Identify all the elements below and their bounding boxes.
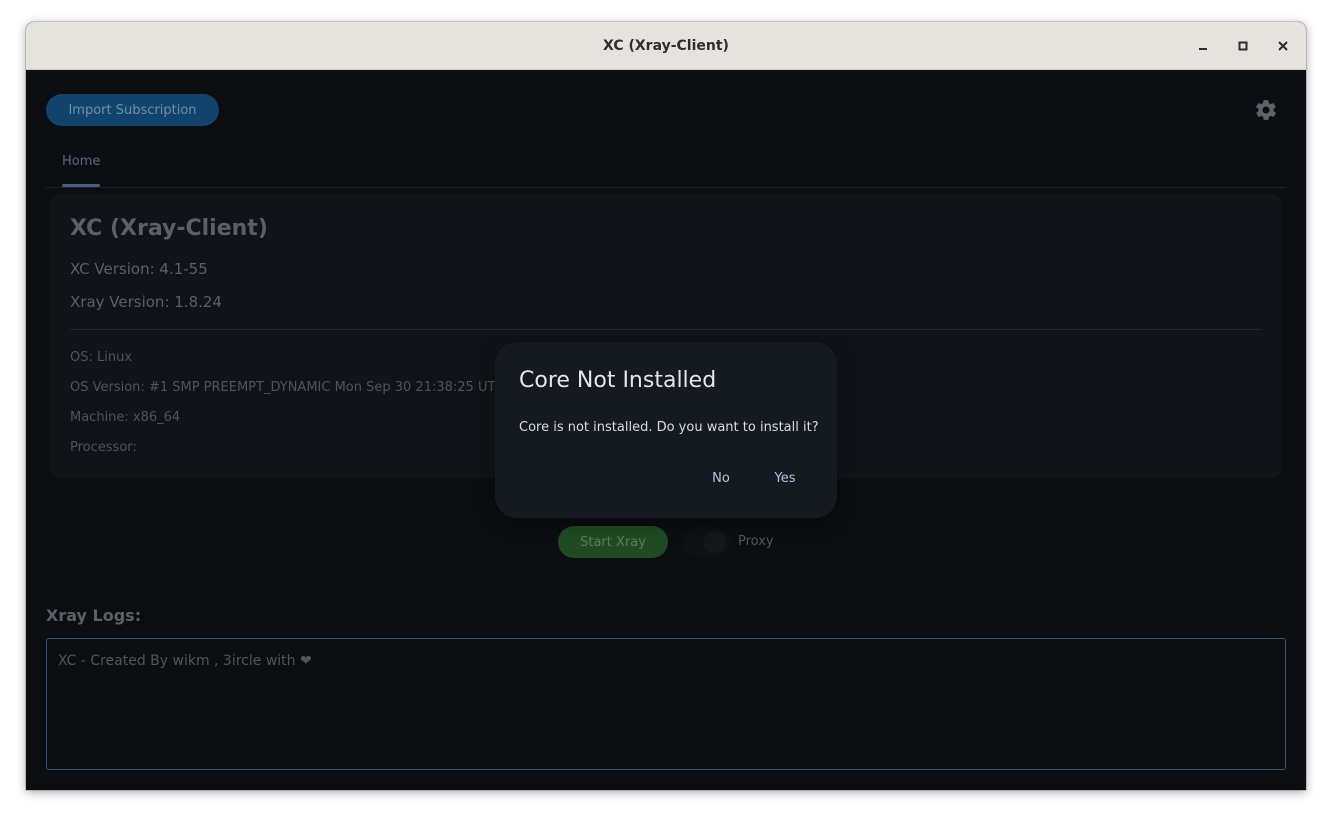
maximize-icon[interactable] [1233,36,1253,56]
core-not-installed-dialog: Core Not Installed Core is not installed… [495,342,837,518]
no-button[interactable]: No [701,462,741,494]
app-window: XC (Xray-Client) Import Subscription Hom… [26,22,1306,790]
window-title: XC (Xray-Client) [603,37,729,54]
close-icon[interactable] [1273,36,1293,56]
title-bar[interactable]: XC (Xray-Client) [26,22,1306,70]
yes-button[interactable]: Yes [763,462,807,494]
minimize-icon[interactable] [1193,36,1213,56]
app-content: Import Subscription Home XC (Xray-Client… [26,70,1306,790]
dialog-title: Core Not Installed [519,368,717,393]
dialog-message: Core is not installed. Do you want to in… [519,420,819,435]
